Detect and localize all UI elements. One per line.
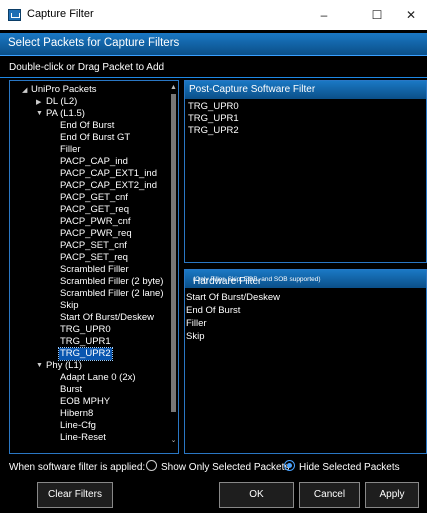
window-title: Capture Filter: [27, 8, 94, 20]
software-filter-header: Post-Capture Software Filter: [185, 81, 426, 99]
list-item[interactable]: Filler: [186, 318, 207, 330]
tree-item[interactable]: Scrambled Filler (2 byte): [60, 276, 163, 288]
tree-item[interactable]: PACP_CAP_EXT2_ind: [60, 180, 157, 192]
tree-item[interactable]: PACP_PWR_cnf: [60, 216, 131, 228]
tree-item[interactable]: PACP_PWR_req: [60, 228, 132, 240]
tree-item[interactable]: Line-Cfg: [60, 420, 96, 432]
minimize-button[interactable]: –: [309, 6, 339, 24]
list-item[interactable]: Start Of Burst/Deskew: [186, 292, 280, 304]
hide-selected-radio[interactable]: [284, 460, 295, 471]
tree-item[interactable]: TRG_UPR0: [60, 324, 111, 336]
tree-item[interactable]: Adapt Lane 0 (2x): [60, 372, 136, 384]
list-item[interactable]: TRG_UPR0: [188, 101, 239, 113]
apply-button[interactable]: Apply: [365, 482, 419, 508]
instructions-text: Double-click or Drag Packet to Add: [9, 62, 165, 73]
tree-item[interactable]: End Of Burst GT: [60, 132, 130, 144]
show-only-radio[interactable]: [146, 460, 157, 471]
tree-scrollbar[interactable]: ▲ ⌄: [169, 84, 178, 451]
tree-item[interactable]: Scrambled Filler: [60, 264, 129, 276]
tree-item[interactable]: Phy (L1): [46, 360, 82, 372]
tree-item-selected[interactable]: TRG_UPR2: [58, 347, 113, 361]
tree-item[interactable]: PA (L1.5): [46, 108, 85, 120]
tree-item[interactable]: PACP_CAP_ind: [60, 156, 128, 168]
list-item[interactable]: End Of Burst: [186, 305, 240, 317]
close-button[interactable]: ✕: [396, 6, 426, 24]
tree-item[interactable]: PACP_SET_cnf: [60, 240, 127, 252]
clear-filters-button[interactable]: Clear Filters: [37, 482, 113, 508]
dialog-header: Select Packets for Capture Filters: [0, 33, 427, 56]
hide-selected-label[interactable]: Hide Selected Packets: [299, 462, 400, 473]
divider: [0, 77, 427, 78]
collapse-arrow-icon[interactable]: ▼: [36, 110, 43, 117]
app-icon: [8, 9, 21, 21]
software-filter-panel[interactable]: Post-Capture Software Filter TRG_UPR0 TR…: [184, 80, 427, 263]
tree-item[interactable]: Line-Reset: [60, 432, 106, 444]
packet-tree[interactable]: ◢ UniPro Packets ▶ DL (L2) ▼ PA (L1.5) E…: [9, 80, 179, 454]
tree-item[interactable]: PACP_CAP_EXT1_ind: [60, 168, 157, 180]
filter-mode-label: When software filter is applied:: [9, 462, 146, 473]
tree-item[interactable]: DL (L2): [46, 96, 77, 108]
title-bar: Capture Filter – ☐ ✕: [0, 0, 427, 30]
list-item[interactable]: TRG_UPR2: [188, 125, 239, 137]
tree-item[interactable]: PACP_GET_cnf: [60, 192, 128, 204]
tree-item[interactable]: PACP_SET_req: [60, 252, 128, 264]
tree-item[interactable]: TRG_UPR1: [60, 336, 111, 348]
scrollbar-thumb[interactable]: [171, 94, 176, 412]
collapse-arrow-icon[interactable]: ▼: [36, 362, 43, 369]
tree-item[interactable]: Burst: [60, 384, 82, 396]
scroll-down-icon[interactable]: ⌄: [169, 436, 178, 444]
collapse-arrow-icon[interactable]: ◢: [22, 86, 27, 94]
tree-item[interactable]: EOB MPHY: [60, 396, 110, 408]
hardware-filter-panel[interactable]: Hardware Filter (Only Filler, Skip, EOB, …: [184, 269, 427, 454]
tree-item[interactable]: Scrambled Filler (2 lane): [60, 288, 163, 300]
hardware-filter-title: Hardware Filter: [193, 276, 262, 287]
tree-item[interactable]: Hibern8: [60, 408, 93, 420]
show-only-label[interactable]: Show Only Selected Packets: [161, 462, 289, 473]
cancel-button[interactable]: Cancel: [299, 482, 360, 508]
ok-button[interactable]: OK: [219, 482, 294, 508]
list-item[interactable]: TRG_UPR1: [188, 113, 239, 125]
list-item[interactable]: Skip: [186, 331, 204, 343]
tree-item[interactable]: PACP_GET_req: [60, 204, 129, 216]
tree-item[interactable]: Skip: [60, 300, 78, 312]
hardware-filter-header: Hardware Filter (Only Filler, Skip, EOB, …: [185, 270, 426, 288]
tree-item[interactable]: Start Of Burst/Deskew: [60, 312, 154, 324]
tree-item[interactable]: UniPro Packets: [31, 84, 96, 96]
expand-arrow-icon[interactable]: ▶: [36, 98, 41, 106]
tree-item[interactable]: End Of Burst: [60, 120, 114, 132]
dialog-header-title: Select Packets for Capture Filters: [8, 37, 180, 49]
scroll-up-icon[interactable]: ▲: [169, 84, 178, 91]
maximize-button[interactable]: ☐: [362, 6, 392, 24]
tree-item[interactable]: Filler: [60, 144, 81, 156]
software-filter-title: Post-Capture Software Filter: [189, 84, 316, 95]
hardware-filter-title-line: Hardware Filter (Only Filler, Skip, EOB, …: [189, 273, 321, 287]
